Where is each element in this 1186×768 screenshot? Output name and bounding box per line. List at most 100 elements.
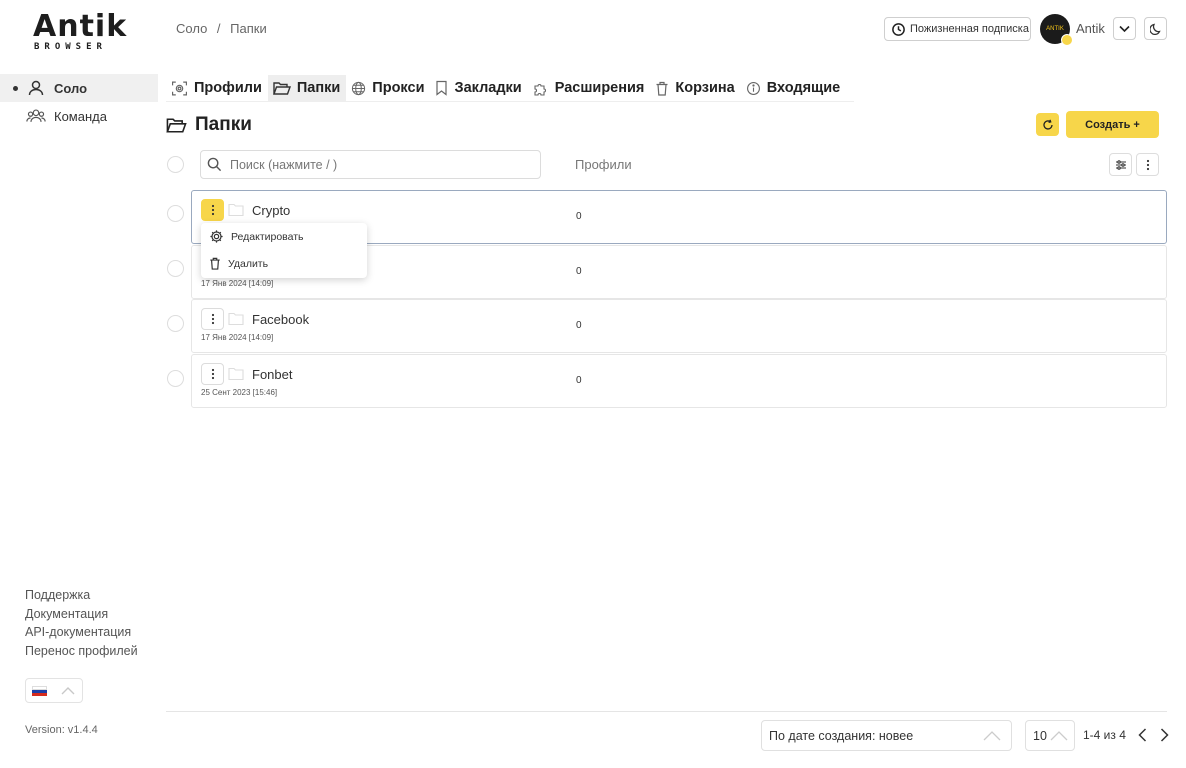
tab-inbox[interactable]: Входящие <box>741 75 847 102</box>
tab-label: Закладки <box>454 80 522 96</box>
folder-profile-count: 0 <box>576 320 582 331</box>
tabs-divider <box>166 101 854 102</box>
tab-proxy[interactable]: Прокси <box>346 75 430 102</box>
kebab-icon <box>211 368 214 380</box>
gear-icon <box>210 230 223 243</box>
support-link[interactable]: Поддержка <box>25 586 138 605</box>
info-icon <box>746 81 760 95</box>
row-menu-button[interactable] <box>201 363 224 385</box>
filter-settings-button[interactable] <box>1109 153 1132 176</box>
sidebar-item-solo[interactable]: Соло <box>0 74 158 102</box>
user-name[interactable]: Antik <box>1076 21 1105 36</box>
next-page-button[interactable] <box>1156 726 1172 744</box>
kebab-icon <box>1146 159 1149 170</box>
app-logo[interactable]: Antik BROWSER <box>33 9 128 53</box>
puzzle-icon <box>534 84 546 96</box>
menu-item-delete[interactable]: Удалить <box>201 250 367 277</box>
pagination-range: 1-4 из 4 <box>1083 728 1126 742</box>
avatar-logo: ANTIK <box>1046 26 1064 32</box>
tab-profiles[interactable]: Профили <box>166 75 268 102</box>
refresh-button[interactable] <box>1036 113 1059 136</box>
page-title: Папки <box>166 114 252 136</box>
russia-flag-icon <box>32 685 47 696</box>
subscription-label: Пожизненная подписка <box>910 23 1029 35</box>
table-row[interactable]: Fonbet 25 Сент 2023 [15:46] 0 <box>191 354 1167 408</box>
premium-badge-icon <box>1061 34 1073 46</box>
folder-profile-count: 0 <box>576 375 582 386</box>
create-button[interactable]: Создать + <box>1066 111 1159 138</box>
breadcrumb-folders: Папки <box>230 21 267 36</box>
docs-link[interactable]: Документация <box>25 605 138 624</box>
sidebar-links: Поддержка Документация API-документация … <box>25 586 138 660</box>
account-dropdown-button[interactable] <box>1113 17 1136 40</box>
tab-label: Расширения <box>554 80 645 96</box>
language-select[interactable] <box>25 678 83 703</box>
search-icon <box>207 157 222 172</box>
user-icon <box>28 80 44 96</box>
menu-item-edit[interactable]: Редактировать <box>201 223 367 250</box>
tab-label: Входящие <box>766 80 841 96</box>
bookmark-icon <box>436 80 448 96</box>
row-checkbox[interactable] <box>167 370 184 387</box>
sliders-icon <box>1115 159 1126 170</box>
tab-trash[interactable]: Корзина <box>650 75 740 102</box>
logo-wordmark: Antik <box>33 9 128 44</box>
sort-select[interactable]: По дате создания: новее <box>761 720 1012 751</box>
breadcrumb-solo[interactable]: Соло <box>176 21 207 36</box>
breadcrumb-separator: / <box>216 21 221 36</box>
table-row[interactable]: Facebook 17 Янв 2024 [14:09] 0 <box>191 299 1167 353</box>
theme-toggle-button[interactable] <box>1144 17 1167 40</box>
folder-date: 17 Янв 2024 [14:09] <box>201 333 274 342</box>
sidebar-nav: Соло Команда <box>0 74 158 130</box>
more-options-button[interactable] <box>1136 153 1159 176</box>
sidebar-item-team[interactable]: Команда <box>0 102 158 130</box>
row-checkbox[interactable] <box>167 315 184 332</box>
search-input[interactable] <box>230 157 530 172</box>
kebab-icon <box>211 204 214 216</box>
avatar[interactable]: ANTIK <box>1040 14 1073 46</box>
row-menu-button[interactable] <box>201 308 224 330</box>
profile-transfer-link[interactable]: Перенос профилей <box>25 642 138 661</box>
moon-icon <box>1149 23 1161 35</box>
chevron-down-icon <box>1119 25 1130 32</box>
api-docs-link[interactable]: API-документация <box>25 623 138 642</box>
folder-icon <box>228 367 244 381</box>
globe-icon <box>352 81 366 95</box>
menu-item-label: Редактировать <box>231 230 304 243</box>
tab-folders[interactable]: Папки <box>267 74 347 102</box>
select-all-checkbox[interactable] <box>167 156 184 173</box>
row-checkbox[interactable] <box>167 260 184 277</box>
app-root: Antik BROWSER Соло Команда Поддержка Док… <box>0 0 1186 768</box>
folder-profile-count: 0 <box>576 266 582 277</box>
clock-icon <box>892 22 905 36</box>
trash-icon <box>656 81 668 96</box>
tab-extensions[interactable]: Расширения <box>528 75 651 102</box>
app-version: Version: v1.4.4 <box>25 724 98 736</box>
folder-profile-count: 0 <box>576 211 582 222</box>
page-size-select[interactable]: 10 <box>1025 720 1075 751</box>
prev-page-button[interactable] <box>1134 726 1150 744</box>
folder-open-icon <box>272 81 291 95</box>
row-context-menu: Редактировать Удалить <box>201 223 367 278</box>
team-icon <box>26 109 46 122</box>
folder-date: 25 Сент 2023 [15:46] <box>201 388 278 397</box>
profiles-column-header: Профили <box>575 157 632 172</box>
subscription-button[interactable]: Пожизненная подписка <box>884 17 1031 41</box>
chevron-up-icon <box>61 686 75 694</box>
kebab-icon <box>211 313 214 325</box>
footer-divider <box>166 711 1167 712</box>
row-checkbox[interactable] <box>167 205 184 222</box>
chevron-right-icon <box>1160 728 1169 742</box>
tab-label: Прокси <box>372 80 425 96</box>
folder-icon <box>228 203 244 217</box>
menu-item-label: Удалить <box>228 257 269 270</box>
search-field[interactable] <box>200 150 541 179</box>
folder-name: Crypto <box>252 203 291 218</box>
main-tabs: Профили Папки Прокси Закладки Расширения… <box>166 74 846 102</box>
sidebar-item-label: Соло <box>54 80 88 96</box>
row-menu-button[interactable] <box>201 199 224 221</box>
fingerprint-icon <box>172 81 187 95</box>
tab-bookmarks[interactable]: Закладки <box>430 75 527 102</box>
tab-label: Корзина <box>675 80 735 96</box>
tab-label: Папки <box>296 80 341 96</box>
